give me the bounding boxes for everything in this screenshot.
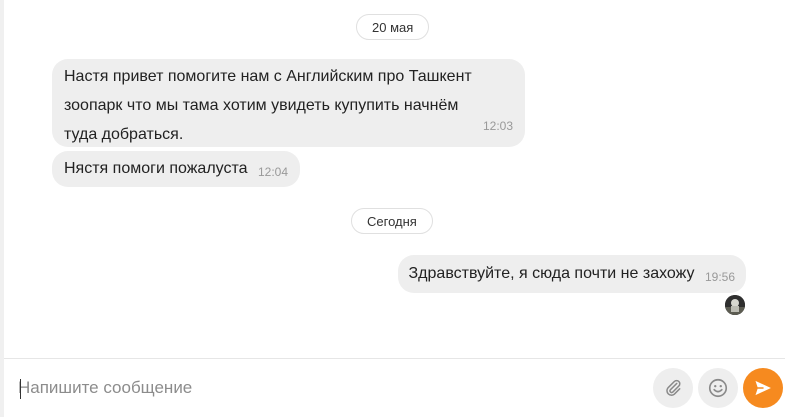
emoji-button[interactable] (698, 368, 738, 408)
message-time: 19:56 (704, 270, 735, 284)
smiley-icon (708, 378, 728, 398)
date-separator-today: Сегодня (351, 208, 433, 234)
message-text: Нястя помоги пожалуста (64, 160, 248, 177)
send-button[interactable] (743, 368, 783, 408)
outgoing-message[interactable]: Здравствуйте, я сюда почти не захожу 19:… (397, 255, 746, 293)
message-time: 12:03 (482, 119, 513, 133)
message-text: Настя привет помогите нам с Английским п… (64, 68, 472, 143)
incoming-message[interactable]: Настя привет помогите нам с Английским п… (52, 59, 525, 147)
avatar-photo (725, 295, 745, 315)
message-input[interactable] (18, 369, 638, 407)
message-history[interactable]: 20 мая Настя привет помогите нам с Англи… (4, 0, 785, 358)
sender-avatar[interactable] (725, 295, 745, 315)
message-composer (4, 358, 785, 417)
message-time: 12:04 (257, 165, 289, 179)
date-separator-label: 20 мая (372, 20, 414, 35)
message-text: Здравствуйте, я сюда почти не захожу (408, 265, 695, 282)
send-arrow-icon (755, 380, 771, 396)
text-caret (20, 379, 21, 399)
paperclip-icon (666, 379, 681, 396)
date-separator-label: Сегодня (367, 214, 417, 229)
incoming-message[interactable]: Нястя помоги пожалуста 12:04 (52, 151, 301, 187)
attach-button[interactable] (653, 368, 693, 408)
date-separator-20-may: 20 мая (356, 14, 430, 40)
